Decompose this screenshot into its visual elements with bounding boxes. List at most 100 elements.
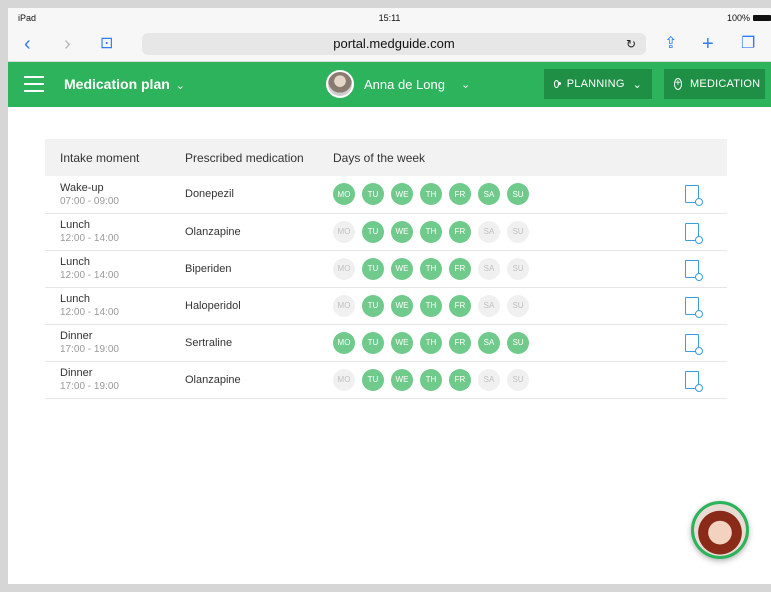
view-document-icon[interactable]: [685, 222, 703, 244]
view-document-icon[interactable]: [685, 296, 703, 318]
day-chip-th[interactable]: TH: [420, 331, 442, 354]
day-chip-we[interactable]: WE: [391, 294, 413, 317]
day-chip-th[interactable]: TH: [420, 368, 442, 391]
day-chip-sa[interactable]: SA: [478, 257, 500, 280]
day-chip-fr[interactable]: FR: [449, 257, 471, 280]
avatar: [326, 70, 354, 98]
weekday-chips: MO TU WE TH FR SA SU: [333, 183, 667, 206]
back-icon[interactable]: ‹: [24, 34, 31, 54]
day-chip-tu[interactable]: TU: [362, 294, 384, 317]
day-chip-mo[interactable]: MO: [333, 294, 355, 317]
assistant-avatar-button[interactable]: [691, 501, 749, 559]
user-name: Anna de Long: [364, 76, 445, 92]
battery-icon: [753, 15, 771, 21]
intake-moment-name: Lunch: [60, 219, 90, 231]
day-chip-sa[interactable]: SA: [478, 368, 500, 391]
day-chip-we[interactable]: WE: [391, 331, 413, 354]
day-chip-su[interactable]: SU: [507, 331, 529, 354]
url-bar[interactable]: portal.medguide.com ↻: [142, 33, 646, 55]
intake-moment-cell: Lunch 12:00 - 14:00: [45, 250, 170, 288]
days-cell: MO TU WE TH FR SA SU: [318, 287, 667, 325]
intake-moment-cell: Dinner 17:00 - 19:00: [45, 361, 170, 399]
table-header-row: Intake moment Prescribed medication Days…: [45, 139, 727, 176]
forward-icon[interactable]: ›: [64, 34, 71, 54]
day-chip-we[interactable]: WE: [391, 368, 413, 391]
day-chip-we[interactable]: WE: [391, 257, 413, 280]
share-icon[interactable]: ⇪: [664, 34, 677, 54]
clock: 15:11: [378, 13, 401, 23]
intake-moment-time: 12:00 - 14:00: [60, 270, 119, 281]
day-chip-su[interactable]: SU: [507, 368, 529, 391]
medication-name: Biperiden: [170, 250, 318, 288]
day-chip-tu[interactable]: TU: [362, 257, 384, 280]
day-chip-we[interactable]: WE: [391, 220, 413, 243]
app-header: Medication plan ⌄ Anna de Long ⌄ PLANNING…: [8, 62, 771, 107]
user-selector[interactable]: Anna de Long ⌄: [326, 70, 470, 98]
day-chip-fr[interactable]: FR: [449, 294, 471, 317]
day-chip-fr[interactable]: FR: [449, 183, 471, 206]
table-row[interactable]: Lunch 12:00 - 14:00 Olanzapine MO TU WE TH FR SA…: [45, 213, 727, 251]
day-chip-th[interactable]: TH: [420, 183, 442, 206]
day-chip-sa[interactable]: SA: [478, 220, 500, 243]
intake-moment-name: Dinner: [60, 330, 93, 342]
medication-name: Donepezil: [170, 176, 318, 214]
tabs-icon[interactable]: ❐: [741, 34, 755, 54]
view-document-icon[interactable]: [685, 370, 703, 392]
status-bar: iPad 15:11 100%: [8, 8, 771, 28]
day-chip-mo[interactable]: MO: [333, 368, 355, 391]
intake-moment-time: 17:00 - 19:00: [60, 381, 119, 392]
day-chip-we[interactable]: WE: [391, 183, 413, 206]
intake-moment-cell: Lunch 12:00 - 14:00: [45, 213, 170, 251]
day-chip-sa[interactable]: SA: [478, 183, 500, 206]
day-chip-mo[interactable]: MO: [333, 220, 355, 243]
add-medication-button[interactable]: + MEDICATION: [664, 69, 765, 99]
intake-moment-name: Lunch: [60, 256, 90, 268]
day-chip-tu[interactable]: TU: [362, 368, 384, 391]
table-row[interactable]: Lunch 12:00 - 14:00 Haloperidol MO TU WE TH FR S…: [45, 287, 727, 325]
reload-icon[interactable]: ↻: [626, 33, 636, 55]
eye-icon: [554, 80, 561, 88]
intake-moment-time: 12:00 - 14:00: [60, 307, 119, 318]
day-chip-su[interactable]: SU: [507, 183, 529, 206]
day-chip-fr[interactable]: FR: [449, 368, 471, 391]
view-document-icon[interactable]: [685, 333, 703, 355]
day-chip-th[interactable]: TH: [420, 220, 442, 243]
day-chip-tu[interactable]: TU: [362, 220, 384, 243]
day-chip-th[interactable]: TH: [420, 257, 442, 280]
day-chip-sa[interactable]: SA: [478, 331, 500, 354]
col-intake-moment: Intake moment: [45, 139, 170, 176]
bookmarks-icon[interactable]: ⊡: [100, 34, 113, 54]
day-chip-su[interactable]: SU: [507, 220, 529, 243]
day-chip-fr[interactable]: FR: [449, 220, 471, 243]
ipad-screen: iPad 15:11 100% ‹ › ⊡ portal.medguide.co…: [8, 8, 771, 584]
table-row[interactable]: Dinner 17:00 - 19:00 Sertraline MO TU WE TH FR S…: [45, 324, 727, 362]
table-row[interactable]: Dinner 17:00 - 19:00 Olanzapine MO TU WE TH FR S…: [45, 361, 727, 399]
menu-icon[interactable]: [24, 76, 44, 92]
day-chip-su[interactable]: SU: [507, 257, 529, 280]
intake-moment-cell: Lunch 12:00 - 14:00: [45, 287, 170, 325]
intake-moment-time: 12:00 - 14:00: [60, 233, 119, 244]
new-tab-icon[interactable]: +: [702, 34, 714, 54]
day-chip-fr[interactable]: FR: [449, 331, 471, 354]
page-title[interactable]: Medication plan ⌄: [64, 76, 185, 92]
intake-moment-name: Lunch: [60, 293, 90, 305]
battery-indicator: 100%: [727, 13, 771, 23]
intake-moment-time: 17:00 - 19:00: [60, 344, 119, 355]
view-document-icon[interactable]: [685, 185, 703, 207]
browser-toolbar: ‹ › ⊡ portal.medguide.com ↻ ⇪ + ❐: [8, 28, 771, 62]
day-chip-th[interactable]: TH: [420, 294, 442, 317]
day-chip-su[interactable]: SU: [507, 294, 529, 317]
day-chip-mo[interactable]: MO: [333, 257, 355, 280]
table-row[interactable]: Wake-up 07:00 - 09:00 Donepezil MO TU WE TH FR S…: [45, 176, 727, 214]
day-chip-tu[interactable]: TU: [362, 331, 384, 354]
planning-button[interactable]: PLANNING ⌄: [544, 69, 652, 99]
chevron-down-icon: ⌄: [175, 80, 186, 92]
day-chip-sa[interactable]: SA: [478, 294, 500, 317]
table-row[interactable]: Lunch 12:00 - 14:00 Biperiden MO TU WE TH FR SA S…: [45, 250, 727, 288]
day-chip-tu[interactable]: TU: [362, 183, 384, 206]
view-document-icon[interactable]: [685, 259, 703, 281]
days-cell: MO TU WE TH FR SA SU: [318, 176, 667, 214]
medication-name: Olanzapine: [170, 213, 318, 251]
day-chip-mo[interactable]: MO: [333, 183, 355, 206]
day-chip-mo[interactable]: MO: [333, 331, 355, 354]
